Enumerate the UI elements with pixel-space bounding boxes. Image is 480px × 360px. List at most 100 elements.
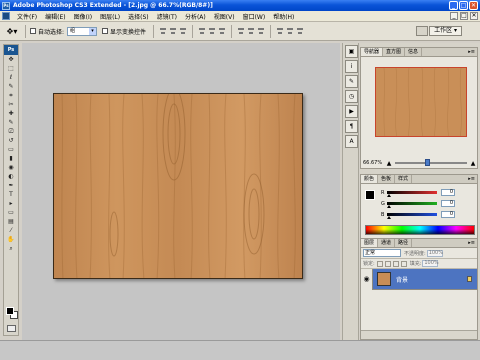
- distribute-bottom-icon[interactable]: [257, 27, 265, 36]
- zoom-tool-icon[interactable]: ⌕: [4, 244, 18, 253]
- panel-menu-icon[interactable]: ▸≡: [468, 240, 475, 247]
- workspace-button[interactable]: 工作区 ▾: [429, 26, 462, 36]
- green-value[interactable]: 0: [441, 200, 455, 207]
- panel-menu-icon[interactable]: ▸≡: [468, 49, 475, 56]
- doc-close-button[interactable]: ✕: [470, 12, 478, 20]
- menu-layer[interactable]: 图层(L): [96, 12, 124, 21]
- lock-all-icon[interactable]: [400, 260, 407, 267]
- blue-slider-knob[interactable]: [387, 216, 391, 219]
- align-hcenter-icon[interactable]: [208, 27, 216, 36]
- canvas-area[interactable]: [22, 43, 340, 340]
- align-right-icon[interactable]: [218, 27, 226, 36]
- zoom-slider-handle[interactable]: [425, 159, 431, 166]
- eraser-tool-icon[interactable]: ▭: [4, 145, 18, 154]
- navigator-icon[interactable]: ▣: [345, 45, 358, 58]
- hand-tool-icon[interactable]: ✋: [4, 235, 18, 244]
- blend-mode-dropdown[interactable]: 正常: [363, 249, 401, 257]
- menu-file[interactable]: 文件(F): [13, 12, 41, 21]
- lasso-tool-icon[interactable]: ℓ: [4, 73, 18, 82]
- gradient-tool-icon[interactable]: ▮: [4, 154, 18, 163]
- foreground-color-swatch[interactable]: [6, 307, 14, 315]
- fill-field[interactable]: 100%: [422, 260, 439, 267]
- red-value[interactable]: 0: [441, 189, 455, 196]
- quick-select-tool-icon[interactable]: ✎: [4, 82, 18, 91]
- layer-name[interactable]: 背景: [396, 275, 408, 284]
- tab-swatches[interactable]: 色板: [378, 175, 396, 183]
- brush-tool-icon[interactable]: ✎: [4, 118, 18, 127]
- lock-pixels-icon[interactable]: [384, 260, 391, 267]
- move-tool-icon[interactable]: ✥▾: [3, 25, 21, 37]
- tab-color[interactable]: 颜色: [361, 175, 379, 183]
- menu-image[interactable]: 图像(I): [70, 12, 96, 21]
- color-swatches[interactable]: [365, 190, 379, 204]
- red-slider-knob[interactable]: [387, 194, 391, 197]
- foreground-color-swatch[interactable]: [365, 190, 375, 200]
- clone-stamp-tool-icon[interactable]: ⎚: [4, 127, 18, 136]
- document-icon[interactable]: [2, 12, 10, 20]
- panel-menu-icon[interactable]: ▸≡: [468, 176, 475, 183]
- menu-select[interactable]: 选择(S): [124, 12, 153, 21]
- zoom-slider[interactable]: [395, 159, 467, 166]
- distribute-hcenter-icon[interactable]: [286, 27, 294, 36]
- dodge-tool-icon[interactable]: ◐: [4, 172, 18, 181]
- paragraph-icon[interactable]: ¶: [345, 120, 358, 133]
- minimize-window-button[interactable]: _: [449, 1, 458, 10]
- distribute-top-icon[interactable]: [237, 27, 245, 36]
- notes-tool-icon[interactable]: ▤: [4, 217, 18, 226]
- shape-tool-icon[interactable]: ▭: [4, 208, 18, 217]
- quick-mask-button[interactable]: [7, 325, 16, 332]
- distribute-left-icon[interactable]: [276, 27, 284, 36]
- tab-styles[interactable]: 样式: [395, 175, 413, 183]
- distribute-right-icon[interactable]: [296, 27, 304, 36]
- zoom-in-icon[interactable]: ▲: [469, 160, 477, 167]
- lock-position-icon[interactable]: [392, 260, 399, 267]
- tab-navigator[interactable]: 导航器: [361, 48, 384, 56]
- marquee-tool-icon[interactable]: ⬚: [4, 64, 18, 73]
- move-tool-icon[interactable]: ✥: [4, 55, 18, 64]
- brush-preset-icon[interactable]: ✎: [345, 75, 358, 88]
- align-bottom-icon[interactable]: [179, 27, 187, 36]
- align-left-icon[interactable]: [198, 27, 206, 36]
- red-slider[interactable]: [387, 191, 437, 197]
- type-tool-icon[interactable]: T: [4, 190, 18, 199]
- tab-info[interactable]: 信息: [405, 48, 423, 56]
- opacity-field[interactable]: 100%: [426, 249, 443, 257]
- menu-analysis[interactable]: 分析(A): [181, 12, 210, 21]
- info-icon[interactable]: i: [345, 60, 358, 73]
- auto-select-dropdown[interactable]: 组 ▾: [67, 26, 98, 36]
- tab-layers[interactable]: 图层: [361, 239, 379, 247]
- auto-select-checkbox[interactable]: [30, 28, 36, 34]
- path-select-tool-icon[interactable]: ▸: [4, 199, 18, 208]
- crop-tool-icon[interactable]: ⌗: [4, 91, 18, 100]
- distribute-vcenter-icon[interactable]: [247, 27, 255, 36]
- layer-row-background[interactable]: ◉ 背景: [361, 268, 477, 290]
- bridge-icon[interactable]: [416, 26, 428, 36]
- green-slider-knob[interactable]: [387, 205, 391, 208]
- doc-restore-button[interactable]: □: [460, 12, 468, 20]
- actions-icon[interactable]: ▶: [345, 105, 358, 118]
- menu-help[interactable]: 帮助(H): [269, 12, 298, 21]
- healing-tool-icon[interactable]: ✚: [4, 109, 18, 118]
- blur-tool-icon[interactable]: ◉: [4, 163, 18, 172]
- tab-paths[interactable]: 路径: [395, 239, 413, 247]
- menu-view[interactable]: 视图(V): [210, 12, 239, 21]
- slice-tool-icon[interactable]: ✂: [4, 100, 18, 109]
- maximize-window-button[interactable]: □: [459, 1, 468, 10]
- lock-transparency-icon[interactable]: [376, 260, 383, 267]
- close-window-button[interactable]: ✕: [469, 1, 478, 10]
- doc-minimize-button[interactable]: _: [450, 12, 458, 20]
- zoom-value[interactable]: 66.67%: [363, 160, 385, 166]
- document-image[interactable]: [53, 93, 303, 279]
- eye-icon[interactable]: ◉: [361, 268, 373, 290]
- navigator-thumbnail[interactable]: [375, 67, 467, 137]
- menu-filter[interactable]: 滤镜(T): [153, 12, 181, 21]
- align-vcenter-icon[interactable]: [169, 27, 177, 36]
- history-brush-tool-icon[interactable]: ↺: [4, 136, 18, 145]
- blue-slider[interactable]: [387, 213, 437, 219]
- character-icon[interactable]: A: [345, 135, 358, 148]
- pen-tool-icon[interactable]: ✒: [4, 181, 18, 190]
- tab-channels[interactable]: 通道: [378, 239, 396, 247]
- color-spectrum[interactable]: [365, 225, 475, 235]
- tab-histogram[interactable]: 直方图: [383, 48, 406, 56]
- zoom-out-icon[interactable]: ▲: [385, 160, 393, 167]
